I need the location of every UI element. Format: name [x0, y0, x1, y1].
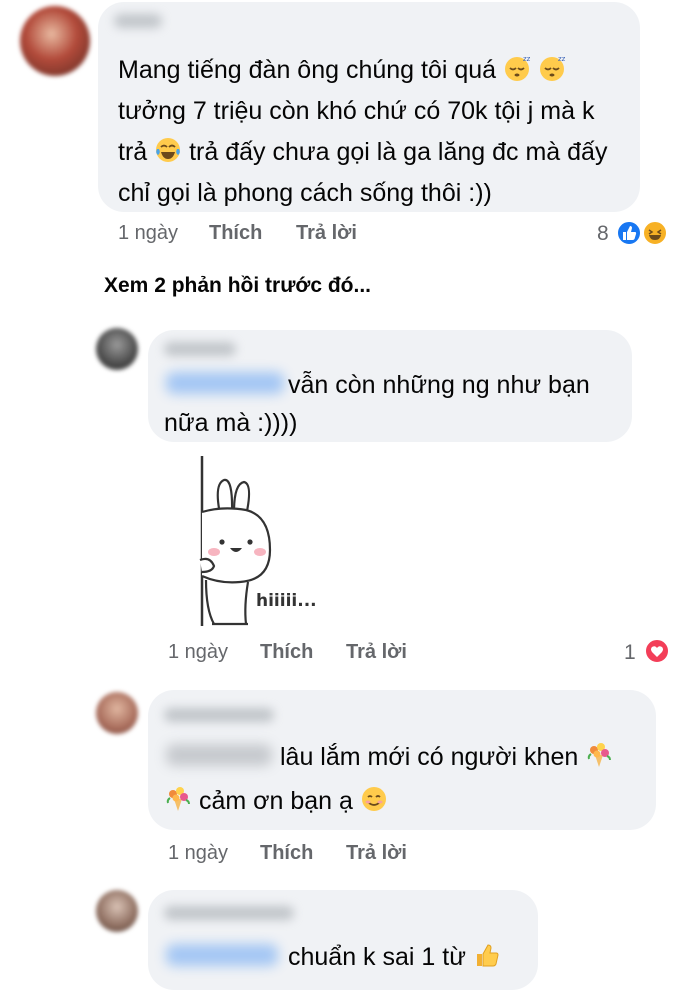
mentioned-user-tag[interactable] [166, 744, 272, 766]
comment-line: lâu lắm mới có người khen [280, 738, 613, 777]
bouquet-icon [585, 741, 613, 769]
reply-button[interactable]: Trả lời [346, 842, 407, 865]
svg-text:zz: zz [523, 55, 531, 63]
comment-line: chuẩn k sai 1 từ [288, 938, 501, 977]
reaction-count[interactable]: 1 [624, 641, 636, 665]
comment-text: trả đấy chưa gọi là ga lăng đc mà đấy [189, 138, 608, 166]
thumbs-up-icon [473, 941, 501, 969]
smiling-face-icon [360, 785, 388, 813]
avatar[interactable] [96, 692, 138, 734]
comment-line: trả trả đấy chưa gọi là ga lăng đc mà đấ… [118, 133, 607, 172]
avatar[interactable] [20, 6, 90, 76]
comment-line: Mang tiếng đàn ông chúng tôi quá zz zz [118, 51, 566, 90]
tears-of-joy-icon [154, 136, 182, 164]
timestamp[interactable]: 1 ngày [168, 842, 228, 865]
like-button[interactable]: Thích [260, 641, 313, 664]
timestamp[interactable]: 1 ngày [168, 641, 228, 664]
reaction-count[interactable]: 8 [597, 222, 609, 246]
comment-text: cảm ơn bạn ạ [198, 787, 353, 815]
comment-text: lâu lắm mới có người khen [280, 743, 579, 771]
avatar[interactable] [96, 328, 138, 370]
see-previous-replies-link[interactable]: Xem 2 phản hồi trước đó... [104, 274, 371, 298]
author-name[interactable] [164, 708, 274, 722]
comment-line: vẫn còn những ng như bạn [288, 371, 590, 399]
author-name[interactable] [114, 14, 162, 28]
reply-button[interactable]: Trả lời [346, 641, 407, 664]
timestamp[interactable]: 1 ngày [118, 222, 178, 245]
like-reaction-icon[interactable] [616, 220, 642, 246]
comment-bubble: Mang tiếng đàn ông chúng tôi quá zz zz t… [98, 2, 640, 212]
author-name[interactable] [164, 342, 236, 356]
comment-bubble: lâu lắm mới có người khen cảm ơn bạn ạ [148, 690, 656, 830]
mentioned-user-tag[interactable] [166, 372, 284, 394]
haha-reaction-icon[interactable] [642, 220, 668, 246]
comment-line: chỉ gọi là phong cách sống thôi :)) [118, 179, 492, 207]
love-reaction-icon[interactable] [644, 638, 670, 664]
like-button[interactable]: Thích [209, 222, 262, 245]
comment-line: nữa mà :)))) [164, 409, 298, 437]
comment-bubble: vẫn còn những ng như bạn nữa mà :)))) [148, 330, 632, 442]
like-button[interactable]: Thích [260, 842, 313, 865]
sleepy-face-icon: zz [538, 54, 566, 82]
bunny-sticker[interactable]: hiiiii... [156, 452, 326, 630]
comment-bubble: chuẩn k sai 1 từ [148, 890, 538, 990]
mentioned-user-tag[interactable] [166, 944, 278, 966]
svg-text:zz: zz [558, 55, 566, 63]
comment-text: trả [118, 138, 148, 166]
sticker-text: hiiiii... [256, 591, 317, 611]
comment-line: tưởng 7 triệu còn khó chứ có 70k tội j m… [118, 97, 595, 125]
reply-button[interactable]: Trả lời [296, 222, 357, 245]
avatar[interactable] [96, 890, 138, 932]
comment-text: chuẩn k sai 1 từ [288, 943, 466, 971]
comment-text: Mang tiếng đàn ông chúng tôi quá [118, 56, 497, 84]
comment-line: cảm ơn bạn ạ [164, 782, 388, 821]
sleepy-face-icon: zz [503, 54, 531, 82]
author-name[interactable] [164, 906, 294, 920]
bouquet-icon [164, 785, 192, 813]
